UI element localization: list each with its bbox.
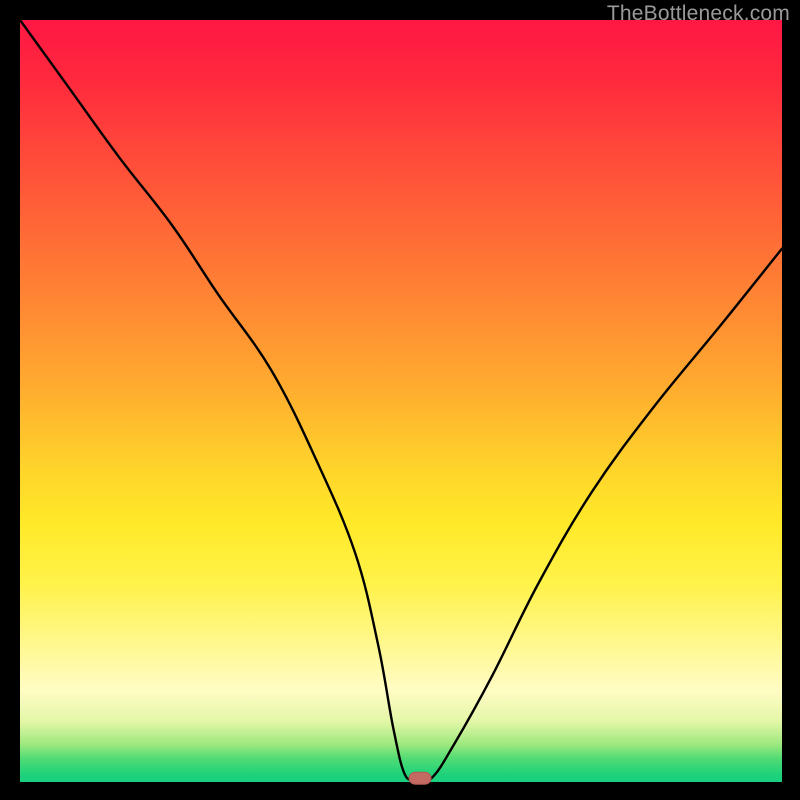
bottleneck-curve <box>20 20 782 782</box>
curve-path <box>20 20 782 781</box>
chart-frame: TheBottleneck.com <box>0 0 800 800</box>
minimum-marker <box>409 772 431 784</box>
plot-area <box>20 20 782 782</box>
watermark-text: TheBottleneck.com <box>607 2 790 26</box>
